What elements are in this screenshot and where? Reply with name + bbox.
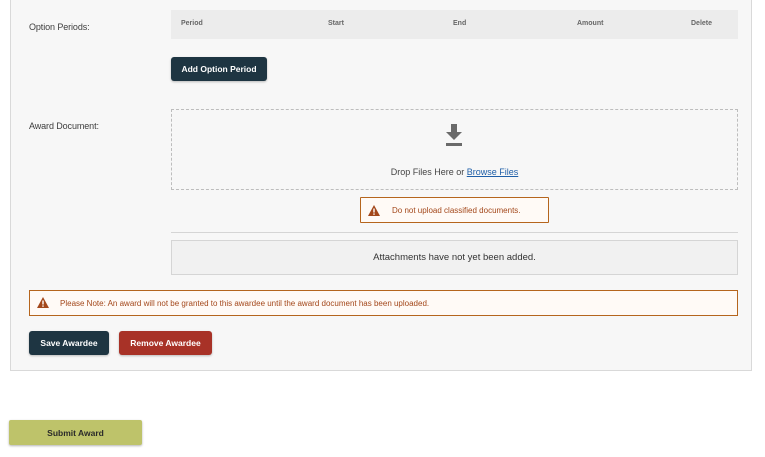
remove-awardee-button[interactable]: Remove Awardee xyxy=(119,331,212,355)
column-period: Period xyxy=(181,20,203,27)
browse-files-link[interactable]: Browse Files xyxy=(467,167,519,177)
warning-icon xyxy=(368,205,380,216)
divider xyxy=(171,232,738,233)
classified-warning: Do not upload classified documents. xyxy=(360,197,549,223)
warning-icon xyxy=(37,297,49,308)
column-end: End xyxy=(453,20,467,27)
drop-instructions: Drop Files Here or Browse Files xyxy=(172,167,737,177)
award-notice: Please Note: An award will not be grante… xyxy=(29,290,738,316)
classified-warning-text: Do not upload classified documents. xyxy=(392,206,521,215)
add-option-period-button[interactable]: Add Option Period xyxy=(171,57,267,81)
award-notice-text: Please Note: An award will not be grante… xyxy=(60,299,430,308)
save-awardee-button[interactable]: Save Awardee xyxy=(29,331,109,355)
option-periods-table-header: Period Start End Amount Delete xyxy=(171,10,738,39)
submit-award-button[interactable]: Submit Award xyxy=(9,420,142,445)
column-amount: Amount xyxy=(577,20,604,27)
option-periods-label: Option Periods: xyxy=(29,22,90,32)
download-icon xyxy=(446,124,462,146)
attachments-status: Attachments have not yet been added. xyxy=(171,240,738,275)
awardee-panel: Option Periods: Period Start End Amount … xyxy=(10,0,752,371)
award-document-label: Award Document: xyxy=(29,121,99,131)
file-dropzone[interactable]: Drop Files Here or Browse Files xyxy=(171,109,738,190)
column-delete: Delete xyxy=(691,20,713,27)
drop-text: Drop Files Here or xyxy=(390,167,467,177)
column-start: Start xyxy=(328,20,344,27)
